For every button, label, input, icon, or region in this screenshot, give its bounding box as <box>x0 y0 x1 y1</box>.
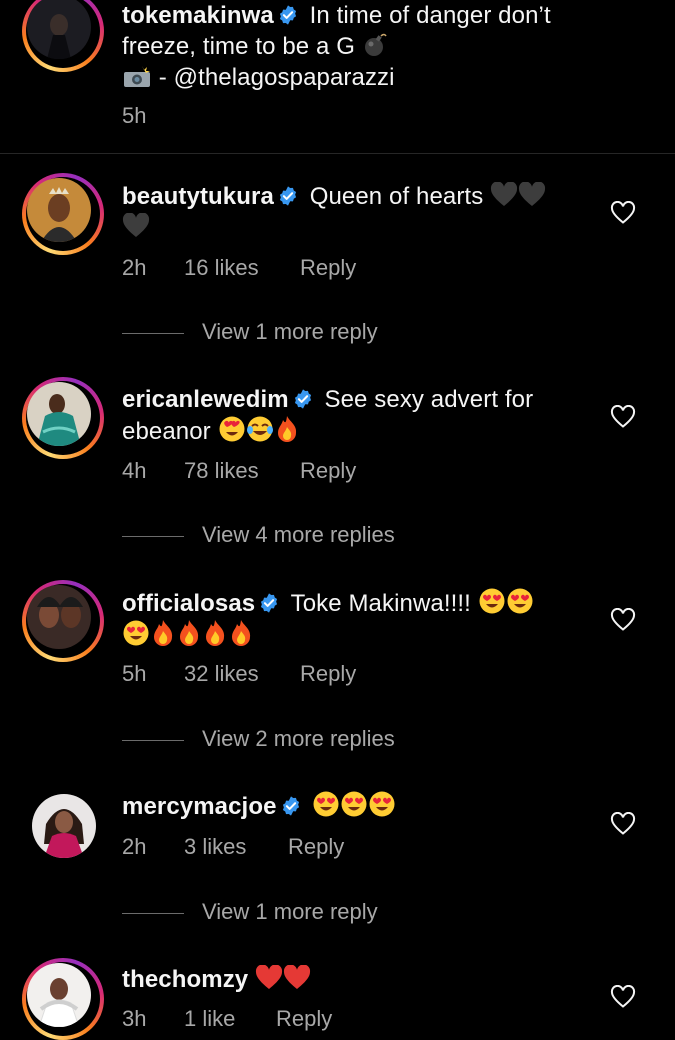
view-replies-button[interactable]: View 2 more replies <box>122 725 395 753</box>
heart-outline-icon[interactable] <box>610 405 636 429</box>
comment-meta: 2h 3 likes Reply <box>122 833 344 861</box>
replies-line <box>122 332 184 334</box>
black-heart-icon <box>122 213 150 237</box>
likes-count[interactable]: 32 likes <box>184 660 300 688</box>
view-replies-label: View 1 more reply <box>202 899 378 924</box>
heart-eyes-emoji-icon <box>219 416 245 442</box>
verified-icon <box>294 389 311 409</box>
avatar[interactable] <box>22 0 104 72</box>
likes-count[interactable]: 1 like <box>184 1005 276 1033</box>
bomb-icon <box>364 33 387 56</box>
verified-icon <box>279 186 296 206</box>
avatar[interactable] <box>22 377 104 459</box>
heart-eyes-emoji-icon <box>369 791 395 817</box>
comment-username[interactable]: thechomzy <box>122 966 248 993</box>
heart-outline-icon[interactable] <box>610 985 636 1009</box>
reply-button[interactable]: Reply <box>288 833 344 861</box>
camera-flash-icon <box>124 66 150 87</box>
caption-text: tokemakinwa In time of danger don’t free… <box>122 0 592 93</box>
fire-emoji-icon <box>180 620 199 646</box>
reply-button[interactable]: Reply <box>300 254 356 282</box>
caption-time: 5h <box>122 103 147 128</box>
view-replies-button[interactable]: View 4 more replies <box>122 521 395 549</box>
likes-count[interactable]: 3 likes <box>184 833 288 861</box>
comment-username[interactable]: beautytukura <box>122 183 274 210</box>
comment-time: 4h <box>122 458 147 483</box>
verified-icon <box>261 593 278 613</box>
comment-meta: 5h 32 likes Reply <box>122 660 356 688</box>
fire-emoji-icon <box>277 416 296 442</box>
verified-icon <box>279 5 296 25</box>
avatar-photo <box>27 178 91 242</box>
comment-username[interactable]: officialosas <box>122 590 255 617</box>
verified-icon <box>282 796 299 816</box>
comment-time: 5h <box>122 661 147 686</box>
avatar-photo <box>27 382 91 446</box>
comment-meta: 3h 1 like Reply <box>122 1005 332 1033</box>
red-heart-icon <box>256 965 283 989</box>
comment-body: Queen of hearts <box>309 183 484 210</box>
red-heart-icon <box>284 965 311 989</box>
avatar-photo <box>27 963 91 1027</box>
heart-eyes-emoji-icon <box>313 791 339 817</box>
heart-eyes-emoji-icon <box>479 588 505 614</box>
comment-username[interactable]: ericanlewedim <box>122 386 289 413</box>
replies-line <box>122 912 184 914</box>
comment-meta: 4h 78 likes Reply <box>122 457 356 485</box>
caption-credit[interactable]: - @thelagospaparazzi <box>152 64 395 91</box>
comment-time: 2h <box>122 834 147 859</box>
reply-button[interactable]: Reply <box>300 457 356 485</box>
view-replies-button[interactable]: View 1 more reply <box>122 898 378 926</box>
reply-button[interactable]: Reply <box>276 1005 332 1033</box>
view-replies-label: View 2 more replies <box>202 726 395 751</box>
heart-eyes-emoji-icon <box>507 588 533 614</box>
heart-outline-icon[interactable] <box>610 608 636 632</box>
black-heart-icon <box>491 182 518 206</box>
comment-time: 2h <box>122 255 147 280</box>
post-caption: tokemakinwa In time of danger don’t free… <box>0 0 675 154</box>
reply-button[interactable]: Reply <box>300 660 356 688</box>
view-replies-label: View 1 more reply <box>202 319 378 344</box>
avatar[interactable] <box>22 785 104 867</box>
comment-text: mercymacjoe <box>122 790 592 822</box>
comment-text: thechomzy <box>122 964 592 995</box>
comment-meta: 2h 16 likes Reply <box>122 254 356 282</box>
heart-outline-icon[interactable] <box>610 812 636 836</box>
comment-body: Toke Makinwa!!!! <box>290 590 471 617</box>
replies-line <box>122 535 184 537</box>
heart-eyes-emoji-icon <box>123 620 149 646</box>
avatar[interactable] <box>22 958 104 1040</box>
comment-time: 3h <box>122 1006 147 1031</box>
comment-text: ericanlewedim See sexy advert for ebeano… <box>122 384 592 447</box>
avatar[interactable] <box>22 580 104 662</box>
comment-text: officialosas Toke Makinwa!!!! <box>122 587 592 651</box>
tears-of-joy-emoji-icon <box>246 416 273 442</box>
fire-emoji-icon <box>232 620 251 646</box>
fire-emoji-icon <box>206 620 225 646</box>
comment-username[interactable]: mercymacjoe <box>122 793 277 820</box>
heart-eyes-emoji-icon <box>341 791 367 817</box>
comment-text: beautytukura Queen of hearts <box>122 181 592 243</box>
view-replies-button[interactable]: View 1 more reply <box>122 318 378 346</box>
caption-meta: 5h <box>122 102 184 130</box>
replies-line <box>122 739 184 741</box>
likes-count[interactable]: 78 likes <box>184 457 300 485</box>
caption-username[interactable]: tokemakinwa <box>122 2 274 29</box>
divider <box>0 153 675 154</box>
heart-outline-icon[interactable] <box>610 201 636 225</box>
likes-count[interactable]: 16 likes <box>184 254 300 282</box>
avatar[interactable] <box>22 173 104 255</box>
black-heart-icon <box>519 182 546 206</box>
avatar-photo <box>32 794 96 858</box>
fire-emoji-icon <box>154 620 173 646</box>
view-replies-label: View 4 more replies <box>202 522 395 547</box>
avatar-photo <box>27 585 91 649</box>
